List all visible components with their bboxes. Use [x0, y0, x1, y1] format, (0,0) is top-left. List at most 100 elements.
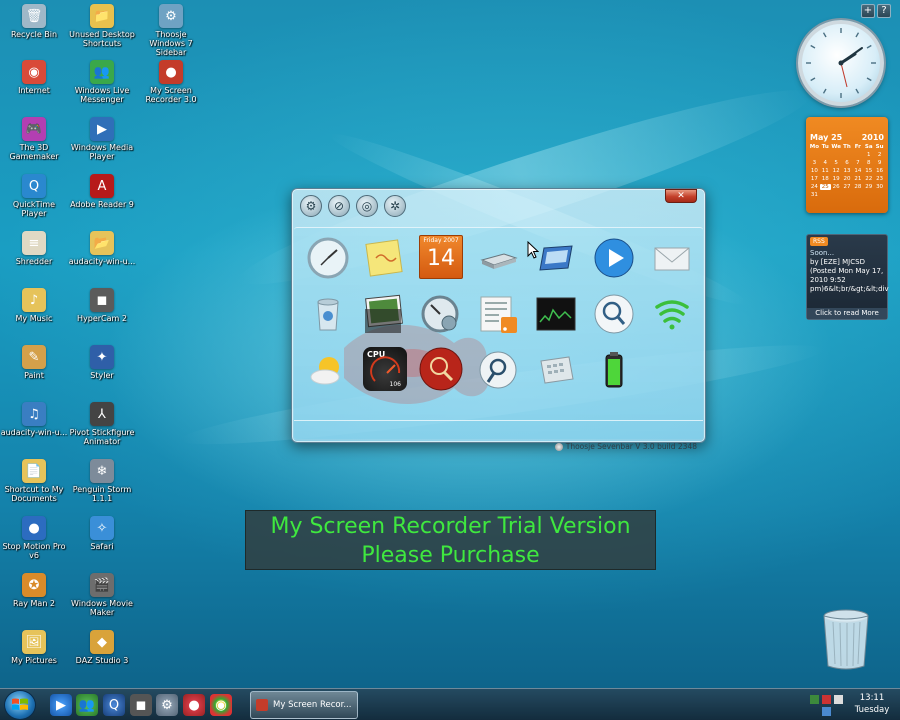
- calendar-day[interactable]: 9: [874, 160, 885, 166]
- recycle-bin-icon[interactable]: [818, 608, 874, 670]
- desktop-icon[interactable]: ♫ audacity-win-u...: [0, 402, 68, 437]
- calendar-day[interactable]: 21: [852, 176, 863, 182]
- calendar-day[interactable]: 16: [874, 168, 885, 174]
- quicktime-quicklaunch-icon[interactable]: Q: [103, 694, 125, 716]
- network-meter-gadget-tile[interactable]: [534, 292, 578, 336]
- speed-gadget-tile[interactable]: [418, 292, 462, 336]
- calendar-day[interactable]: 2: [874, 152, 885, 158]
- calculator-gadget-tile[interactable]: [534, 348, 578, 392]
- sidebar-quicklaunch-icon[interactable]: ⚙: [156, 694, 178, 716]
- rss-feed-gadget[interactable]: RSS Soon... by [EZE] MJCSD (Posted Mon M…: [806, 234, 889, 320]
- calendar-day[interactable]: 24: [809, 184, 820, 190]
- start-button[interactable]: [4, 690, 36, 720]
- calendar-day[interactable]: 28: [852, 184, 863, 190]
- desktop-icon[interactable]: ● Stop Motion Pro v6: [0, 516, 68, 560]
- calendar-day[interactable]: 6: [842, 160, 853, 166]
- calendar-day[interactable]: 22: [863, 176, 874, 182]
- desktop-icon[interactable]: ❄ Penguin Storm 1.1.1: [68, 459, 136, 503]
- recycle-bin-gadget-tile[interactable]: [306, 292, 350, 336]
- mail-gadget-tile[interactable]: [650, 236, 694, 280]
- calendar-day[interactable]: 26: [831, 184, 842, 190]
- messenger-quicklaunch-icon[interactable]: 👥: [76, 694, 98, 716]
- taskbar-clock[interactable]: 13:11 Tuesday: [848, 692, 896, 716]
- gadget-help-button[interactable]: ?: [877, 4, 891, 18]
- calendar-day[interactable]: 11: [820, 168, 831, 174]
- desktop-icon[interactable]: 🖼 My Pictures: [0, 630, 68, 665]
- calendar-day[interactable]: 17: [809, 176, 820, 182]
- action-center-tray-icon[interactable]: [822, 707, 831, 716]
- desktop-icon[interactable]: ⚙ Thoosje Windows 7 Sidebar: [137, 4, 205, 57]
- close-button[interactable]: ✕: [665, 189, 697, 203]
- calendar-day[interactable]: 14: [852, 168, 863, 174]
- rss-item-title[interactable]: Soon...: [810, 249, 884, 258]
- desktop-icon[interactable]: 🗑 Recycle Bin: [0, 4, 68, 39]
- desktop-icon[interactable]: ▶ Windows Media Player: [68, 117, 136, 161]
- desktop-icon[interactable]: Q QuickTime Player: [0, 174, 68, 218]
- no-entry-tool-icon[interactable]: ⊘: [328, 195, 350, 217]
- notes-gadget-tile[interactable]: [362, 236, 406, 280]
- media-player-gadget-tile[interactable]: [592, 236, 636, 280]
- chrome-quicklaunch-icon[interactable]: ◉: [210, 694, 232, 716]
- calendar-day[interactable]: 23: [874, 176, 885, 182]
- drive-gadget-tile[interactable]: [476, 236, 520, 280]
- calendar-day[interactable]: 7: [852, 160, 863, 166]
- monitor-tool-icon[interactable]: ◎: [356, 195, 378, 217]
- system-info-gadget-tile[interactable]: [476, 348, 520, 392]
- sevenbar-window[interactable]: ✕ ⚙ ⊘ ◎ ✲ Friday 2007 14 CPU 106 Thoosje…: [291, 188, 706, 451]
- recorder-tray-icon[interactable]: [822, 695, 831, 704]
- volume-tray-icon[interactable]: [834, 695, 843, 704]
- calendar-day[interactable]: 4: [820, 160, 831, 166]
- desktop-icon[interactable]: ◼ HyperCam 2: [68, 288, 136, 323]
- calendar-day[interactable]: 8: [863, 160, 874, 166]
- desktop-icon[interactable]: ◉ Internet: [0, 60, 68, 95]
- add-gadget-button[interactable]: +: [861, 4, 875, 18]
- utilities-gadget-tile[interactable]: [418, 346, 464, 392]
- calendar-day[interactable]: 13: [842, 168, 853, 174]
- monitor-gadget-tile[interactable]: [534, 236, 578, 280]
- calendar-day[interactable]: 29: [863, 184, 874, 190]
- calendar-day[interactable]: 12: [831, 168, 842, 174]
- hypercam-quicklaunch-icon[interactable]: ◼: [130, 694, 152, 716]
- rss-read-more-link[interactable]: Click to read More: [807, 308, 887, 319]
- screen-recorder-quicklaunch-icon[interactable]: ●: [183, 694, 205, 716]
- media-player-quicklaunch-icon[interactable]: ▶: [50, 694, 72, 716]
- calendar-day[interactable]: 15: [863, 168, 874, 174]
- desktop-icon[interactable]: 📂 audacity-win-u...: [68, 231, 136, 266]
- desktop-icon[interactable]: ● My Screen Recorder 3.0: [137, 60, 205, 104]
- clock-gadget-tile[interactable]: [306, 236, 350, 280]
- battery-gadget-tile[interactable]: [592, 348, 636, 392]
- calendar-day[interactable]: 30: [874, 184, 885, 190]
- desktop-icon[interactable]: 🎮 The 3D Gamemaker: [0, 117, 68, 161]
- network-tray-icon[interactable]: [810, 695, 819, 704]
- gear-tool-icon[interactable]: ✲: [384, 195, 406, 217]
- desktop-icon[interactable]: 📄 Shortcut to My Documents: [0, 459, 68, 503]
- desktop-icon[interactable]: ✧ Safari: [68, 516, 136, 551]
- taskbar-button-screen-recorder[interactable]: My Screen Recor...: [250, 691, 358, 719]
- search-gadget-tile[interactable]: [592, 292, 636, 336]
- calendar-day[interactable]: 5: [831, 160, 842, 166]
- news-feed-gadget-tile[interactable]: [476, 292, 520, 336]
- calendar-gadget-tile[interactable]: Friday 2007 14: [418, 234, 464, 280]
- desktop-icon[interactable]: A Adobe Reader 9: [68, 174, 136, 209]
- calendar-day[interactable]: 18: [820, 176, 831, 182]
- calendar-day[interactable]: 1: [863, 152, 874, 158]
- calendar-day[interactable]: 31: [809, 192, 820, 198]
- calendar-day[interactable]: 25: [819, 184, 831, 190]
- desktop-icon[interactable]: ✦ Styler: [68, 345, 136, 380]
- calendar-gadget[interactable]: May 25 2010 Mo Tu We Th Fr Sa Su 1 2 3 4 5 6 7 8 9 10 11 1…: [806, 117, 888, 213]
- desktop-icon[interactable]: ⅄ Pivot Stickfigure Animator: [68, 402, 136, 446]
- desktop-icon[interactable]: 👥 Windows Live Messenger: [68, 60, 136, 104]
- desktop-icon[interactable]: ≡ Shredder: [0, 231, 68, 266]
- desktop-icon[interactable]: ✎ Paint: [0, 345, 68, 380]
- calendar-day[interactable]: 27: [842, 184, 853, 190]
- cpu-meter-gadget-tile[interactable]: CPU 106: [362, 346, 408, 392]
- calendar-day[interactable]: 20: [842, 176, 853, 182]
- calendar-day[interactable]: 10: [809, 168, 820, 174]
- weather-gadget-tile[interactable]: [306, 348, 350, 392]
- desktop-icon[interactable]: ◆ DAZ Studio 3: [68, 630, 136, 665]
- calendar-day[interactable]: 3: [809, 160, 820, 166]
- slideshow-gadget-tile[interactable]: [360, 290, 408, 338]
- desktop-icon[interactable]: 🎬 Windows Movie Maker: [68, 573, 136, 617]
- desktop-icon[interactable]: ✪ Ray Man 2: [0, 573, 68, 608]
- wifi-gadget-tile[interactable]: [650, 292, 694, 336]
